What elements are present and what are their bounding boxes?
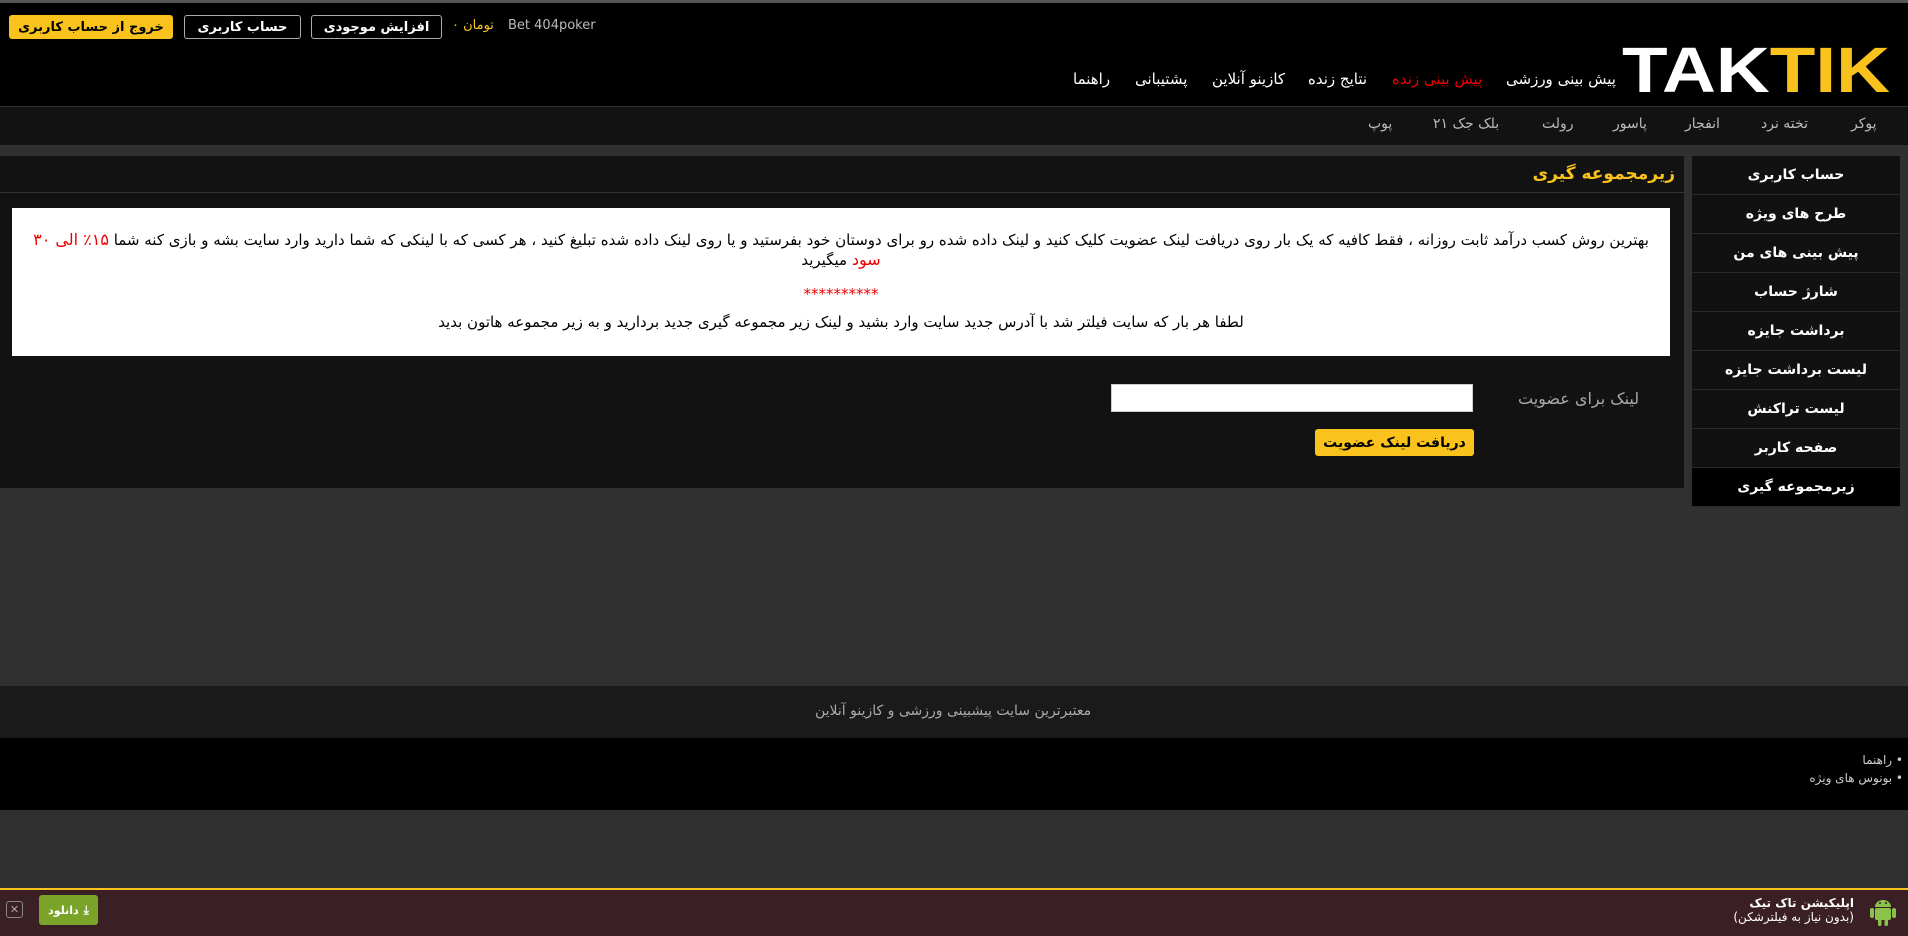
footer-link-bonus[interactable]: • بونوس های ویژه <box>1809 771 1903 785</box>
download-label: دانلود <box>48 903 79 917</box>
close-icon: ✕ <box>9 903 20 916</box>
sidebar-item-affiliate[interactable]: زیرمجموعه گیری <box>1692 468 1900 507</box>
subnav-pasur[interactable]: پاسور <box>1613 116 1647 132</box>
download-icon: ⤓ <box>83 902 89 917</box>
logo-text-yellow: TIK <box>1770 40 1890 96</box>
sidebar-item-special-plans[interactable]: طرح های ویژه <box>1692 195 1900 234</box>
subnav-pop[interactable]: پوپ <box>1368 116 1392 132</box>
info-box: بهترین روش کسب درآمد ثابت روزانه ، فقط ک… <box>12 208 1670 356</box>
get-link-button[interactable]: دریافت لینک عضویت <box>1315 429 1474 456</box>
sidebar-item-user-page[interactable]: صفحه کاربر <box>1692 429 1900 468</box>
logo-text-white: TAK <box>1622 40 1770 96</box>
link-label: لینک برای عضویت <box>1518 389 1640 408</box>
android-icon <box>1870 900 1896 926</box>
close-banner-button[interactable]: ✕ <box>6 901 23 918</box>
balance-text: تومان ۰ <box>452 18 494 33</box>
page-title: زیرمجموعه گیری <box>1532 164 1675 184</box>
sidebar-item-account[interactable]: حساب کاربری <box>1692 156 1900 195</box>
nav-sports-betting[interactable]: پیش بینی ورزشی <box>1506 70 1616 88</box>
affiliate-link-input[interactable] <box>1111 384 1473 412</box>
nav-live-betting[interactable]: پیش بینی زنده <box>1392 70 1482 88</box>
subnav-crash[interactable]: انفجار <box>1685 116 1720 132</box>
nav-live-results[interactable]: نتایج زنده <box>1308 70 1367 88</box>
info-stars: ********** <box>803 285 879 303</box>
info-text-3: لطفا هر بار که سایت فیلتر شد با آدرس جدی… <box>438 313 1244 331</box>
nav-online-casino[interactable]: کازینو آنلاین <box>1212 70 1285 88</box>
nav-support[interactable]: پشتیبانی <box>1135 70 1187 88</box>
taktik-logo[interactable]: TAK TIK <box>1620 40 1892 96</box>
panel-titlebar <box>0 160 1684 193</box>
sidebar-item-withdraw[interactable]: برداشت جایزه <box>1692 312 1900 351</box>
subnav-roulette[interactable]: رولت <box>1542 116 1574 132</box>
logout-button[interactable]: خروج از حساب کاربری <box>9 15 173 39</box>
info-paragraph: بهترین روش کسب درآمد ثابت روزانه ، فقط ک… <box>26 230 1656 270</box>
svg-text:TAKTIK: TAK TIK <box>1622 40 1890 96</box>
app-banner-subtitle: (بدون نیاز به فیلترشکن) <box>1733 910 1854 924</box>
footer-links-bar <box>0 738 1908 810</box>
subnav-blackjack[interactable]: بلک جک ۲۱ <box>1433 116 1499 132</box>
deposit-button[interactable]: افزایش موجودی <box>311 15 442 39</box>
sidebar-item-withdraw-list[interactable]: لیست برداشت جایزه <box>1692 351 1900 390</box>
nav-help[interactable]: راهنما <box>1073 70 1110 88</box>
subnav-poker[interactable]: پوکر <box>1851 116 1877 132</box>
info-text-2: میگیرید <box>801 251 848 269</box>
username-text: Bet 404poker <box>508 18 596 33</box>
app-banner-title: اپلیکیشن تاک تیک <box>1749 896 1854 910</box>
subnav-backgammon[interactable]: تخته نرد <box>1761 116 1808 132</box>
info-text-1: بهترین روش کسب درآمد ثابت روزانه ، فقط ک… <box>113 231 1649 249</box>
footer-tagline: معتبرترین سایت پیشبینی ورزشی و کازینو آن… <box>815 703 1092 719</box>
footer-link-help[interactable]: • راهنما <box>1862 753 1903 767</box>
app-banner <box>0 888 1908 936</box>
sidebar-item-my-bets[interactable]: پیش بینی های من <box>1692 234 1900 273</box>
sidebar-item-charge[interactable]: شارژ حساب <box>1692 273 1900 312</box>
account-button[interactable]: حساب کاربری <box>184 15 301 39</box>
sidebar-item-transactions[interactable]: لیست تراکنش <box>1692 390 1900 429</box>
download-app-button[interactable]: دانلود ⤓ <box>39 895 98 925</box>
